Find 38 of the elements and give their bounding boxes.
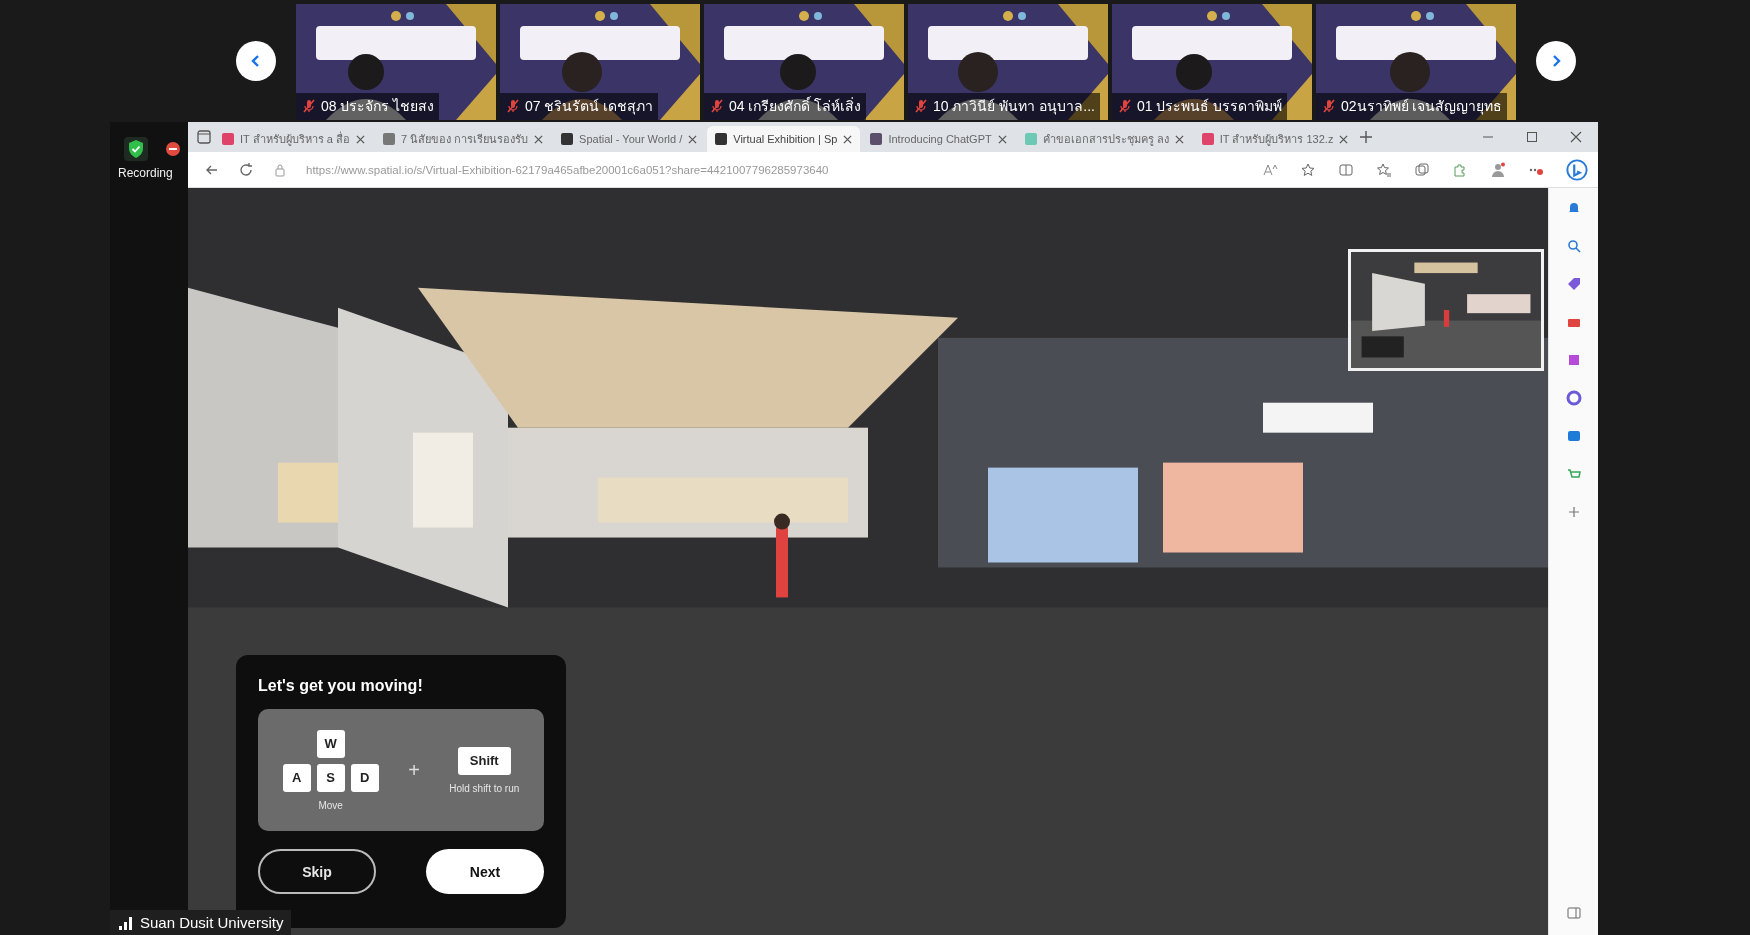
maximize-icon[interactable] <box>1524 129 1540 145</box>
record-icon[interactable] <box>165 141 181 157</box>
close-tab-icon[interactable] <box>355 134 365 144</box>
close-tab-icon[interactable] <box>688 134 698 144</box>
next-button[interactable] <box>1536 41 1576 81</box>
refresh-icon[interactable] <box>238 161 254 178</box>
name-label: 01 ประพนธ์ บรรดาพิมพ์ <box>1112 93 1288 120</box>
name-label: 07 ชรินรัตน์ เดชสุภา <box>500 93 659 120</box>
name-label: 10 ภาวินีย์ พันทา อนุบาล... <box>908 93 1100 120</box>
browser-tab[interactable]: คำขอเอกสารประชุมครู ลง <box>1016 126 1192 152</box>
close-tab-icon[interactable] <box>1174 134 1184 144</box>
address-field[interactable]: https://www.spatial.io/s/Virtual-Exhibition-62179a465afbe20001c6a051?share=4421007796285973640 <box>306 163 1244 176</box>
profile-icon[interactable] <box>1490 161 1506 178</box>
shield-icon[interactable] <box>124 137 148 161</box>
close-tab-icon[interactable] <box>534 134 544 144</box>
plus-icon[interactable] <box>1358 129 1375 145</box>
name-label: 04 เกรียงศักดิ์ โล่ห์เสิ่ง <box>704 93 867 120</box>
browser-tab[interactable]: Virtual Exhibition | Sp <box>707 126 861 152</box>
tab-actions-icon[interactable] <box>196 129 212 145</box>
name-label: 02นราทิพย์ เจนสัญญายุทธ <box>1316 93 1508 120</box>
split-screen-icon[interactable] <box>1338 161 1354 178</box>
signal-icon <box>118 914 134 931</box>
previous-button[interactable] <box>236 41 276 81</box>
browser-tab[interactable]: Spatial - Your World / <box>553 126 706 152</box>
browser-tab[interactable]: Introducing ChatGPT <box>862 126 1015 152</box>
close-tab-icon[interactable] <box>997 134 1007 144</box>
recording-label: Recording <box>118 166 173 180</box>
browser-tab[interactable]: IT สำหรับผู้บริหาร a สื่อ <box>214 126 373 152</box>
collections-icon[interactable] <box>1414 161 1430 178</box>
browser-tab[interactable]: IT สำหรับผู้บริหาร 132.z <box>1193 126 1357 152</box>
close-tab-icon[interactable] <box>1339 134 1349 144</box>
close-tab-icon[interactable] <box>843 134 853 144</box>
sidebar-icon[interactable] <box>1565 905 1582 921</box>
search-icon[interactable] <box>1565 238 1582 254</box>
name-label: 08 ประจักร ไชยสง <box>296 93 440 120</box>
close-icon[interactable] <box>1568 129 1584 145</box>
star-icon[interactable] <box>1300 161 1316 178</box>
browser-tab[interactable]: 7 นิสัยของ การเรียนรองรับ <box>374 126 552 152</box>
